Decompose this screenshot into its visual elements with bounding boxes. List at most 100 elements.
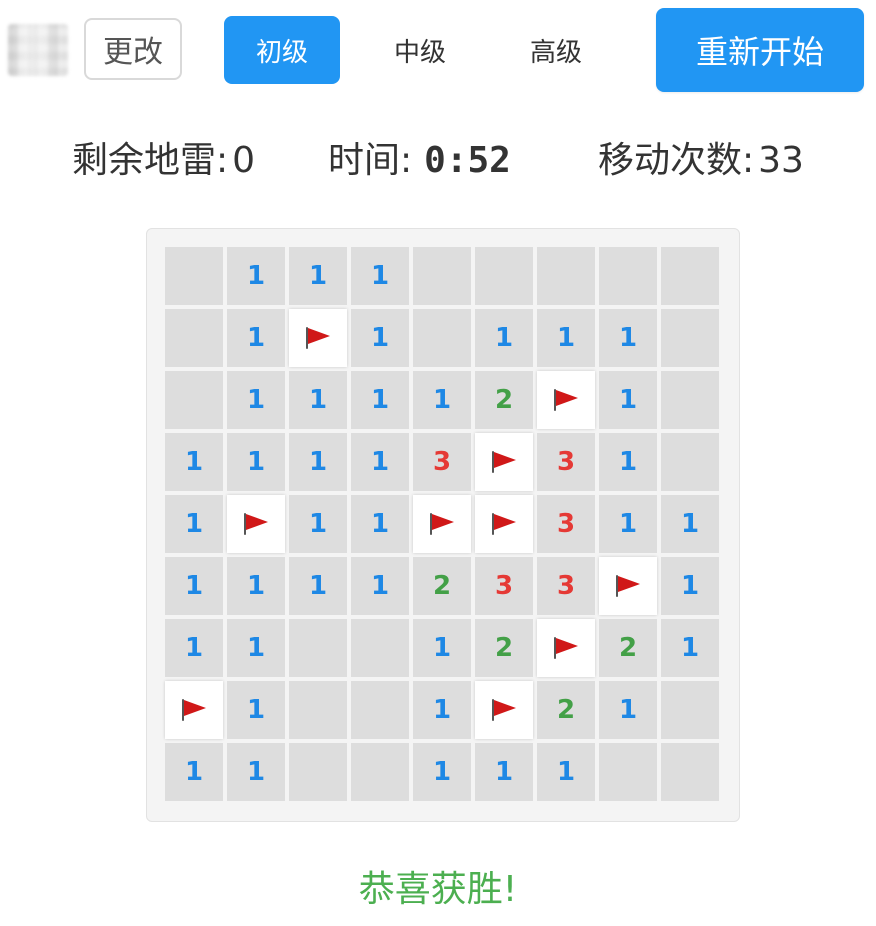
flagged-cell[interactable]: [289, 309, 347, 367]
empty-cell[interactable]: [289, 681, 347, 739]
empty-cell[interactable]: [599, 247, 657, 305]
number-cell[interactable]: 1: [351, 309, 409, 367]
empty-cell[interactable]: [165, 371, 223, 429]
number-cell[interactable]: 2: [599, 619, 657, 677]
move-count: 移动次数: 33: [598, 136, 804, 186]
red-flag-icon: [491, 513, 517, 535]
flagged-cell[interactable]: [475, 433, 533, 491]
empty-cell[interactable]: [661, 743, 719, 801]
number-cell[interactable]: 1: [227, 433, 285, 491]
empty-cell[interactable]: [165, 247, 223, 305]
number-cell[interactable]: 3: [537, 557, 595, 615]
number-cell[interactable]: 1: [475, 309, 533, 367]
empty-cell[interactable]: [165, 309, 223, 367]
win-message: 恭喜获胜!: [358, 869, 518, 910]
number-cell[interactable]: 1: [661, 557, 719, 615]
red-flag-icon: [181, 699, 207, 721]
number-cell[interactable]: 3: [413, 433, 471, 491]
number-cell[interactable]: 1: [351, 371, 409, 429]
number-cell[interactable]: 1: [661, 495, 719, 553]
empty-cell[interactable]: [289, 619, 347, 677]
number-cell[interactable]: 1: [475, 743, 533, 801]
number-cell[interactable]: 1: [227, 309, 285, 367]
number-cell[interactable]: 2: [413, 557, 471, 615]
number-cell[interactable]: 1: [165, 743, 223, 801]
number-cell[interactable]: 1: [227, 681, 285, 739]
number-cell[interactable]: 1: [599, 681, 657, 739]
empty-cell[interactable]: [661, 247, 719, 305]
number-cell[interactable]: 2: [475, 619, 533, 677]
number-cell[interactable]: 1: [227, 743, 285, 801]
number-cell[interactable]: 1: [599, 495, 657, 553]
number-cell[interactable]: 2: [475, 371, 533, 429]
level-beginner-button[interactable]: 初级: [224, 16, 340, 84]
number-cell[interactable]: 3: [537, 495, 595, 553]
change-button[interactable]: 更改: [84, 18, 182, 80]
flagged-cell[interactable]: [537, 371, 595, 429]
board-grid: 1111111111112111113311113111111233111122…: [165, 247, 719, 801]
number-cell[interactable]: 1: [289, 433, 347, 491]
level-expert-button[interactable]: 高级: [498, 16, 614, 84]
number-cell[interactable]: 1: [413, 681, 471, 739]
number-cell[interactable]: 1: [599, 433, 657, 491]
flagged-cell[interactable]: [537, 619, 595, 677]
number-cell[interactable]: 1: [289, 371, 347, 429]
empty-cell[interactable]: [413, 247, 471, 305]
number-cell[interactable]: 1: [227, 557, 285, 615]
number-cell[interactable]: 1: [289, 557, 347, 615]
empty-cell[interactable]: [475, 247, 533, 305]
flagged-cell[interactable]: [227, 495, 285, 553]
number-cell[interactable]: 1: [599, 371, 657, 429]
number-cell[interactable]: 1: [165, 619, 223, 677]
flagged-cell[interactable]: [413, 495, 471, 553]
empty-cell[interactable]: [661, 309, 719, 367]
number-cell[interactable]: 3: [475, 557, 533, 615]
move-count-value: 33: [758, 140, 804, 181]
number-cell[interactable]: 2: [537, 681, 595, 739]
empty-cell[interactable]: [413, 309, 471, 367]
number-cell[interactable]: 1: [351, 557, 409, 615]
red-flag-icon: [305, 327, 331, 349]
toolbar: 更改 初级 中级 高级 重新开始: [0, 0, 876, 100]
empty-cell[interactable]: [661, 433, 719, 491]
number-cell[interactable]: 1: [351, 433, 409, 491]
red-flag-icon: [491, 699, 517, 721]
number-cell[interactable]: 1: [227, 619, 285, 677]
flagged-cell[interactable]: [599, 557, 657, 615]
number-cell[interactable]: 1: [351, 247, 409, 305]
number-cell[interactable]: 1: [661, 619, 719, 677]
empty-cell[interactable]: [599, 743, 657, 801]
number-cell[interactable]: 1: [165, 495, 223, 553]
number-cell[interactable]: 1: [289, 495, 347, 553]
number-cell[interactable]: 1: [537, 309, 595, 367]
number-cell[interactable]: 1: [599, 309, 657, 367]
empty-cell[interactable]: [351, 681, 409, 739]
avatar[interactable]: [8, 24, 68, 76]
number-cell[interactable]: 1: [289, 247, 347, 305]
red-flag-icon: [243, 513, 269, 535]
number-cell[interactable]: 1: [413, 743, 471, 801]
flagged-cell[interactable]: [475, 495, 533, 553]
level-intermediate-button[interactable]: 中级: [362, 16, 478, 84]
timer-value: 0:52: [424, 140, 511, 181]
restart-button[interactable]: 重新开始: [656, 8, 864, 92]
number-cell[interactable]: 1: [227, 247, 285, 305]
number-cell[interactable]: 3: [537, 433, 595, 491]
number-cell[interactable]: 1: [227, 371, 285, 429]
number-cell[interactable]: 1: [413, 619, 471, 677]
timer-label: 时间:: [328, 140, 413, 181]
number-cell[interactable]: 1: [413, 371, 471, 429]
empty-cell[interactable]: [289, 743, 347, 801]
empty-cell[interactable]: [537, 247, 595, 305]
empty-cell[interactable]: [351, 619, 409, 677]
red-flag-icon: [615, 575, 641, 597]
number-cell[interactable]: 1: [165, 557, 223, 615]
flagged-cell[interactable]: [165, 681, 223, 739]
number-cell[interactable]: 1: [165, 433, 223, 491]
number-cell[interactable]: 1: [537, 743, 595, 801]
flagged-cell[interactable]: [475, 681, 533, 739]
empty-cell[interactable]: [351, 743, 409, 801]
empty-cell[interactable]: [661, 371, 719, 429]
number-cell[interactable]: 1: [351, 495, 409, 553]
empty-cell[interactable]: [661, 681, 719, 739]
